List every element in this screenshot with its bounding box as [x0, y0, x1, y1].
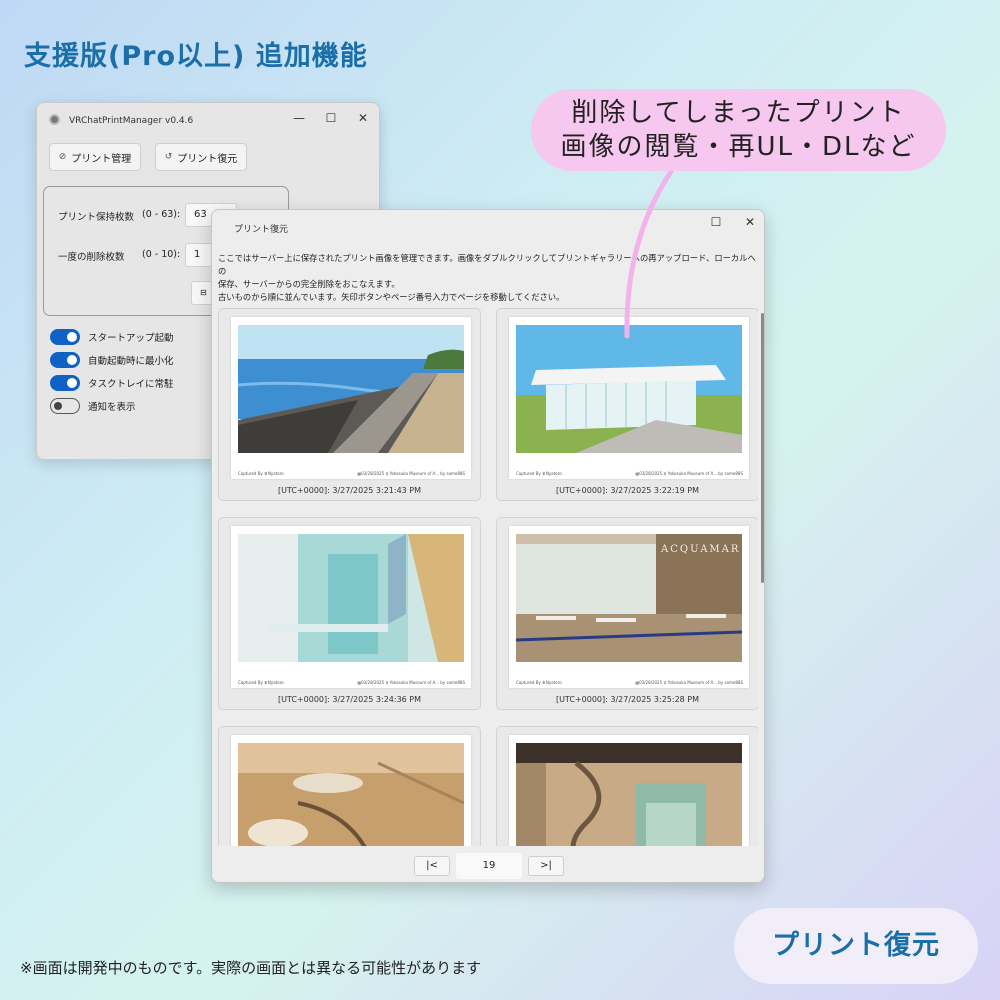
- prev-page-icon: |<: [426, 860, 438, 871]
- app-icon: [49, 114, 60, 125]
- print-photo: [516, 743, 742, 846]
- prev-page-button[interactable]: |<: [414, 856, 450, 876]
- print-grid: Captured By ∄ Nyatoro ▦03/28/2025 ♀ Yoko…: [218, 308, 758, 846]
- feature-badge: プリント復元: [734, 908, 978, 984]
- toggle-startup[interactable]: スタートアップ起動: [50, 329, 174, 345]
- toggle-minimize-label: 自動起動時に最小化: [88, 356, 174, 367]
- print-card[interactable]: [218, 726, 481, 846]
- page-heading: 支援版(Pro以上) 追加機能: [24, 41, 368, 72]
- maximize-button[interactable]: ☐: [319, 109, 343, 127]
- manage-icon: ⊘: [58, 152, 67, 162]
- toggle-switch-icon[interactable]: [50, 329, 80, 345]
- print-card[interactable]: Captured By ∄ Nyatoro ▦03/28/2025 ♀ Yoko…: [496, 308, 758, 501]
- print-image[interactable]: Captured By ∄ Nyatoro ▦03/28/2025 ♀ Yoko…: [509, 317, 749, 479]
- print-world-info: ▦03/28/2025 ♀ Yokosuka Museum of A... by…: [357, 680, 465, 685]
- close-button[interactable]: ✕: [351, 109, 375, 127]
- delete-count-range: (0 - 10):: [142, 249, 181, 260]
- print-photo: ACQUAMAR: [516, 534, 742, 662]
- footnote: ※画面は開発中のものです。実際の画面とは異なる可能性があります: [20, 959, 482, 977]
- print-photo: [238, 534, 464, 662]
- toggle-tray-label: タスクトレイに常駐: [88, 379, 174, 390]
- restore-window-title: プリント復元: [234, 225, 289, 235]
- print-photo: [516, 325, 742, 453]
- print-photo: [238, 743, 464, 846]
- toggle-tray-resident[interactable]: タスクトレイに常駐: [50, 375, 174, 391]
- delete-count-label: 一度の削除枚数: [58, 252, 125, 263]
- toggle-switch-icon[interactable]: [50, 398, 80, 414]
- callout-bubble: 削除してしまったプリント 画像の閲覧・再UL・DLなど: [531, 89, 946, 171]
- main-window-title: VRChatPrintManager v0.4.6: [69, 116, 194, 126]
- maximize-button[interactable]: ☐: [704, 213, 728, 231]
- print-world-info: ▦03/28/2025 ♀ Yokosuka Museum of A... by…: [635, 471, 743, 476]
- description-line: 古いものから順に並んでいます。矢印ボタンやページ番号入力でページを移動してくださ…: [218, 292, 565, 302]
- print-image[interactable]: [509, 735, 749, 846]
- print-card[interactable]: Captured By ∄ Nyatoro ▦03/28/2025 ♀ Yoko…: [218, 517, 481, 710]
- minimize-button[interactable]: —: [287, 109, 311, 127]
- next-page-icon: >|: [540, 860, 552, 871]
- toggle-switch-icon[interactable]: [50, 352, 80, 368]
- print-timestamp: [UTC+0000]: 3/27/2025 3:21:43 PM: [277, 486, 422, 495]
- print-world-info: ▦03/28/2025 ♀ Yokosuka Museum of A... by…: [635, 680, 743, 685]
- toggle-notifications-label: 通知を表示: [88, 402, 136, 413]
- print-sign: ACQUAMAR: [660, 544, 740, 555]
- print-timestamp: [UTC+0000]: 3/27/2025 3:22:19 PM: [555, 486, 700, 495]
- print-manage-button[interactable]: ⊘ プリント管理: [49, 143, 141, 171]
- print-timestamp: [UTC+0000]: 3/27/2025 3:25:28 PM: [555, 695, 700, 704]
- print-card[interactable]: ACQUAMAR Captured By ∄ Nyatoro ▦03/28/20…: [496, 517, 758, 710]
- print-credit: Captured By ∄ Nyatoro: [238, 680, 284, 685]
- toggle-notifications[interactable]: 通知を表示: [50, 398, 136, 414]
- description-line: 保存、サーバーからの完全削除をおこなえます。: [218, 279, 400, 289]
- main-titlebar: VRChatPrintManager v0.4.6 — ☐ ✕: [37, 103, 379, 135]
- page-number-input[interactable]: 19: [456, 853, 522, 879]
- hold-count-range: (0 - 63):: [142, 209, 181, 220]
- restore-window: プリント復元 ☐ ✕ ここではサーバー上に保存されたプリント画像を管理できます。…: [211, 209, 765, 883]
- print-credit: Captured By ∄ Nyatoro: [516, 471, 562, 476]
- print-image[interactable]: Captured By ∄ Nyatoro ▦03/28/2025 ♀ Yoko…: [231, 317, 471, 479]
- print-credit: Captured By ∄ Nyatoro: [516, 680, 562, 685]
- description-line: ここではサーバー上に保存されたプリント画像を管理できます。画像をダブルクリックし…: [218, 253, 756, 276]
- print-restore-button[interactable]: ↺ プリント復元: [155, 143, 247, 171]
- print-credit: Captured By ∄ Nyatoro: [238, 471, 284, 476]
- print-photo: [238, 325, 464, 453]
- toggle-minimize-on-start[interactable]: 自動起動時に最小化: [50, 352, 174, 368]
- callout-line: 削除してしまったプリント: [571, 98, 906, 128]
- print-manage-label: プリント管理: [71, 153, 132, 165]
- print-world-info: ▦03/28/2025 ♀ Yokosuka Museum of A... by…: [357, 471, 465, 476]
- print-image[interactable]: [231, 735, 471, 846]
- print-restore-label: プリント復元: [177, 153, 238, 165]
- print-image[interactable]: ACQUAMAR Captured By ∄ Nyatoro ▦03/28/20…: [509, 526, 749, 688]
- print-card[interactable]: [496, 726, 758, 846]
- print-image[interactable]: Captured By ∄ Nyatoro ▦03/28/2025 ♀ Yoko…: [231, 526, 471, 688]
- toggle-switch-icon[interactable]: [50, 375, 80, 391]
- print-timestamp: [UTC+0000]: 3/27/2025 3:24:36 PM: [277, 695, 422, 704]
- scrollbar-thumb[interactable]: [761, 313, 764, 583]
- restore-icon: ↺: [164, 152, 173, 162]
- close-button[interactable]: ✕: [738, 213, 762, 231]
- description: ここではサーバー上に保存されたプリント画像を管理できます。画像をダブルクリックし…: [218, 252, 763, 304]
- toggle-startup-label: スタートアップ起動: [88, 333, 174, 344]
- callout-line: 画像の閲覧・再UL・DLなど: [560, 132, 917, 162]
- print-card[interactable]: Captured By ∄ Nyatoro ▦03/28/2025 ♀ Yoko…: [218, 308, 481, 501]
- next-page-button[interactable]: >|: [528, 856, 564, 876]
- hold-count-label: プリント保持枚数: [58, 212, 135, 223]
